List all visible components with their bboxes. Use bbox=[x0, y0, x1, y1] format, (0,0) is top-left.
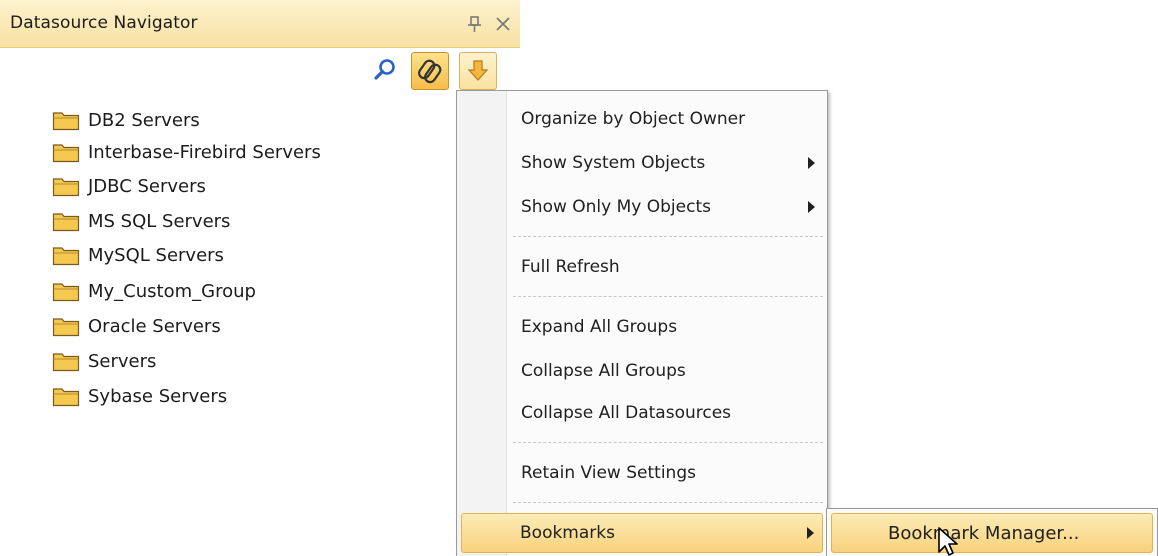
menu-item-full-refresh[interactable]: Full Refresh bbox=[461, 247, 823, 287]
tree-item-label: MySQL Servers bbox=[88, 244, 224, 266]
bookmarks-submenu: Bookmark Manager... bbox=[826, 508, 1158, 556]
panel-title: Datasource Navigator bbox=[10, 13, 198, 33]
search-input[interactable] bbox=[2, 52, 408, 90]
down-arrow-icon bbox=[467, 60, 489, 81]
folder-icon bbox=[52, 353, 80, 372]
pin-icon[interactable] bbox=[464, 13, 486, 35]
folder-icon bbox=[52, 283, 80, 302]
tree-item-label: Oracle Servers bbox=[88, 315, 221, 337]
menu-item-label: Expand All Groups bbox=[521, 317, 678, 337]
link-icon bbox=[418, 59, 442, 84]
tree-item-label: Sybase Servers bbox=[88, 385, 228, 407]
tree-item-oracle-servers[interactable]: Oracle Servers bbox=[52, 310, 221, 342]
folder-icon bbox=[52, 318, 80, 337]
menu-separator bbox=[513, 236, 823, 237]
menu-item-show-system-objects[interactable]: Show System Objects bbox=[461, 143, 823, 183]
close-icon[interactable] bbox=[492, 13, 514, 35]
menu-item-label: Collapse All Groups bbox=[521, 361, 686, 381]
submenu-arrow-icon bbox=[807, 527, 814, 539]
mouse-cursor-icon bbox=[938, 527, 958, 556]
menu-item-bookmarks[interactable]: Bookmarks bbox=[461, 513, 823, 553]
folder-icon bbox=[52, 144, 80, 163]
tree-item-label: My_Custom_Group bbox=[88, 280, 256, 302]
tree-item-label: DB2 Servers bbox=[88, 109, 200, 131]
menu-item-label: Collapse All Datasources bbox=[521, 403, 732, 423]
menu-separator bbox=[513, 296, 823, 297]
menu-item-organize-by-object-owner[interactable]: Organize by Object Owner bbox=[461, 99, 823, 139]
folder-icon bbox=[52, 388, 80, 407]
menu-separator bbox=[513, 442, 823, 443]
tree-item-label: JDBC Servers bbox=[88, 175, 206, 197]
menu-separator bbox=[513, 502, 823, 503]
options-context-menu: Organize by Object Owner Show System Obj… bbox=[456, 90, 828, 556]
menu-item-collapse-all-groups[interactable]: Collapse All Groups bbox=[461, 351, 823, 391]
menu-item-label: Show System Objects bbox=[521, 153, 706, 173]
menu-item-retain-view-settings[interactable]: Retain View Settings bbox=[461, 453, 823, 493]
tree-item-label: Interbase-Firebird Servers bbox=[88, 141, 321, 163]
link-button[interactable] bbox=[411, 52, 449, 90]
panel-title-bar: Datasource Navigator bbox=[0, 0, 520, 48]
tree-item-sybase-servers[interactable]: Sybase Servers bbox=[52, 380, 227, 412]
tree-item-servers[interactable]: Servers bbox=[52, 345, 156, 377]
folder-icon bbox=[52, 178, 80, 197]
tree-item-mysql-servers[interactable]: MySQL Servers bbox=[52, 239, 224, 271]
options-dropdown-button[interactable] bbox=[459, 52, 497, 90]
tree-item-label: Servers bbox=[88, 350, 157, 372]
tree-item-label: MS SQL Servers bbox=[88, 210, 231, 232]
search-icon[interactable] bbox=[371, 56, 399, 84]
folder-icon bbox=[52, 247, 80, 266]
tree-item-interbase-firebird-servers[interactable]: Interbase-Firebird Servers bbox=[52, 136, 321, 168]
menu-item-collapse-all-datasources[interactable]: Collapse All Datasources bbox=[461, 393, 823, 433]
menu-item-label: Full Refresh bbox=[521, 257, 620, 277]
tree-item-ms-sql-servers[interactable]: MS SQL Servers bbox=[52, 205, 230, 237]
menu-item-label: Show Only My Objects bbox=[521, 197, 711, 217]
tree-item-jdbc-servers[interactable]: JDBC Servers bbox=[52, 170, 206, 202]
datasource-navigator-panel: Datasource Navigator DB2 Servers Interba… bbox=[0, 0, 1158, 556]
tree-item-db2-servers[interactable]: DB2 Servers bbox=[52, 104, 200, 136]
menu-item-label: Bookmark Manager... bbox=[888, 523, 1080, 544]
submenu-arrow-icon bbox=[808, 201, 815, 213]
menu-item-expand-all-groups[interactable]: Expand All Groups bbox=[461, 307, 823, 347]
submenu-arrow-icon bbox=[808, 157, 815, 169]
folder-icon bbox=[52, 213, 80, 232]
menu-item-bookmark-manager[interactable]: Bookmark Manager... bbox=[831, 513, 1153, 553]
menu-item-label: Retain View Settings bbox=[521, 463, 696, 483]
menu-item-label: Bookmarks bbox=[520, 523, 615, 543]
tree-item-my-custom-group[interactable]: My_Custom_Group bbox=[52, 275, 256, 307]
menu-item-label: Organize by Object Owner bbox=[521, 109, 746, 129]
folder-icon bbox=[52, 112, 80, 131]
menu-item-show-only-my-objects[interactable]: Show Only My Objects bbox=[461, 187, 823, 227]
